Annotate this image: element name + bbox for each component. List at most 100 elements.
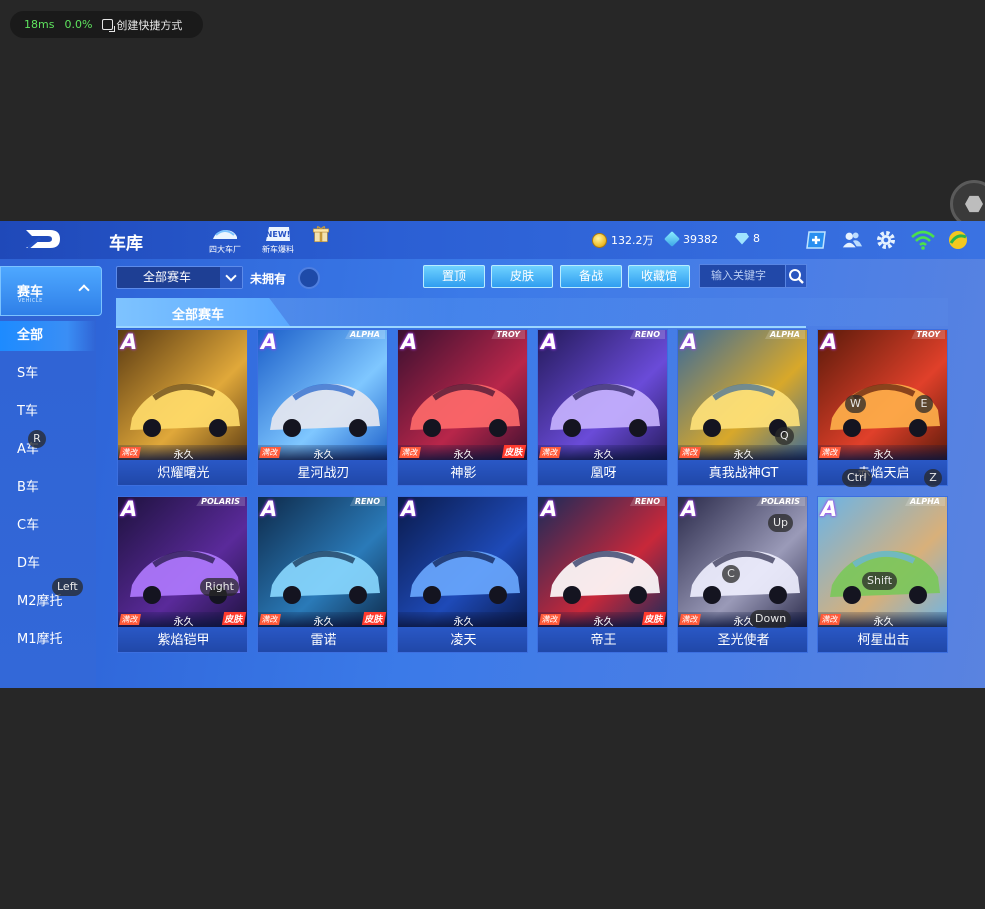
chevron-down-icon — [220, 267, 242, 288]
keymap-key-label[interactable]: Left — [52, 578, 83, 596]
sidebar-item-a[interactable]: A车 — [0, 435, 96, 465]
keymap-key-label[interactable]: Down — [750, 610, 792, 628]
gear-icon[interactable] — [875, 229, 897, 251]
skin-badge: 皮肤 — [501, 445, 527, 458]
sidebar-item-c[interactable]: C车 — [0, 511, 96, 541]
diamond-balance: 8 — [735, 232, 760, 245]
car-duration: 永久 — [873, 617, 894, 628]
car-card[interactable]: A TROY 满改 永久 皮肤 神影 — [397, 329, 528, 486]
car-card[interactable]: A RENO 满改 永久 皮肤 雷诺 — [257, 496, 388, 653]
section-title: 全部赛车 — [172, 308, 225, 323]
car-artwork — [398, 330, 527, 460]
car-brand-badge: RENO — [629, 330, 665, 339]
keymap-key-label[interactable]: Shift — [862, 572, 898, 590]
car-card[interactable]: A ALPHA 满改 永久 真我战神GT — [677, 329, 808, 486]
car-grade: A — [401, 497, 418, 521]
keymap-key-label[interactable]: W — [845, 395, 866, 413]
network-status-icon[interactable] — [947, 229, 969, 251]
car-name: 圣光使者 — [678, 627, 807, 652]
car-name: 凌天 — [398, 627, 527, 652]
car-grade: A — [261, 497, 278, 521]
friends-icon[interactable] — [841, 229, 863, 251]
sidebar-item-t[interactable]: T车 — [0, 397, 96, 427]
car-artwork — [538, 330, 667, 460]
car-duration: 永久 — [173, 450, 194, 461]
gift-button[interactable] — [299, 225, 343, 244]
car-card[interactable]: A ALPHA 满改 永久 星河战刃 — [257, 329, 388, 486]
skin-badge: 皮肤 — [641, 612, 667, 625]
pin-top-button[interactable]: 置顶 — [423, 265, 485, 288]
skin-badge: 皮肤 — [361, 612, 387, 625]
car-card[interactable]: A POLARIS 满改 永久 皮肤 紫焰铠甲 — [117, 496, 248, 653]
car-name: 帝王 — [538, 627, 667, 652]
new-badge-text: NEW! — [266, 230, 291, 239]
category-subtitle: VEHICLE — [18, 298, 43, 304]
keymap-key-label[interactable]: Right — [200, 578, 239, 596]
skin-filter-button[interactable]: 皮肤 — [491, 265, 553, 288]
keymap-key-label[interactable]: Z — [924, 469, 942, 487]
coin-value: 132.2万 — [611, 234, 654, 247]
collection-button[interactable]: 收藏馆 — [628, 265, 690, 288]
keymap-key-label[interactable]: C — [722, 565, 740, 583]
car-card[interactable]: A 永久 凌天 — [397, 496, 528, 653]
hexagon-icon — [965, 195, 983, 213]
keymap-key-label[interactable]: Q — [775, 427, 794, 445]
crystal-value: 39382 — [683, 232, 718, 246]
create-shortcut-button[interactable]: 创建快捷方式 — [102, 17, 182, 33]
add-friend-icon[interactable] — [805, 229, 827, 251]
car-artwork — [538, 497, 667, 627]
car-name: 紫焰铠甲 — [118, 627, 247, 652]
sidebar-item-all[interactable]: 全部 — [0, 321, 96, 351]
sidebar-item-d[interactable]: D车 — [0, 549, 96, 579]
search-input[interactable]: 输入关键字 — [699, 264, 786, 288]
car-grade: A — [261, 330, 278, 354]
car-brand-badge: POLARIS — [196, 497, 245, 506]
car-name: 雷诺 — [258, 627, 387, 652]
sidebar-item-s[interactable]: S车 — [0, 359, 96, 389]
car-name: 炽耀曙光 — [118, 460, 247, 485]
keymap-key-label[interactable]: Ctrl — [842, 469, 872, 487]
car-grade: A — [121, 330, 138, 354]
crystal-balance: 39382 — [664, 231, 718, 247]
car-grade: A — [681, 497, 698, 521]
vehicle-category-header[interactable]: 赛车 VEHICLE — [0, 266, 102, 316]
car-brand-badge: ALPHA — [764, 330, 805, 339]
car-artwork — [818, 330, 947, 460]
game-viewport: 车库 四大车厂 NEW! 新车爆料 132.2万 39382 8 赛车 VEHI… — [0, 221, 985, 688]
vehicle-filter-dropdown[interactable]: 全部赛车 — [116, 266, 243, 289]
car-name: 神影 — [398, 460, 527, 485]
car-duration: 永久 — [453, 617, 474, 628]
car-duration: 永久 — [733, 450, 754, 461]
game-logo-icon — [26, 230, 60, 250]
car-duration: 永久 — [873, 450, 894, 461]
car-brand-badge: ALPHA — [904, 497, 945, 506]
keymap-key-label[interactable]: E — [915, 395, 933, 413]
top-bar — [0, 221, 985, 259]
car-brand-badge: POLARIS — [756, 497, 805, 506]
car-name: 柯星出击 — [818, 627, 947, 652]
car-artwork — [118, 330, 247, 460]
coin-icon — [592, 232, 607, 248]
sidebar-item-b[interactable]: B车 — [0, 473, 96, 503]
car-grade: A — [541, 330, 558, 354]
prepare-button[interactable]: 备战 — [560, 265, 622, 288]
search-icon — [789, 269, 804, 284]
car-artwork — [818, 497, 947, 627]
keymap-key-label[interactable]: R — [28, 430, 46, 448]
unowned-toggle[interactable] — [298, 267, 320, 289]
car-name: 凰呀 — [538, 460, 667, 485]
performance-overlay: 18ms 0.0% 创建快捷方式 — [10, 11, 203, 38]
search-button[interactable] — [785, 264, 807, 288]
latency-readout: 18ms — [24, 18, 55, 31]
diamond-value: 8 — [753, 232, 760, 245]
four-factories-button[interactable]: 四大车厂 — [203, 225, 247, 255]
car-card[interactable]: A RENO 满改 永久 凰呀 — [537, 329, 668, 486]
car-grade: A — [821, 497, 838, 521]
car-card[interactable]: A 满改 永久 炽耀曙光 — [117, 329, 248, 486]
new-car-news-button[interactable]: NEW! 新车爆料 — [256, 225, 300, 255]
car-card[interactable]: A RENO 满改 永久 皮肤 帝王 — [537, 496, 668, 653]
keymap-key-label[interactable]: Up — [768, 514, 794, 532]
car-brand-badge: ALPHA — [344, 330, 385, 339]
sidebar-item-m1[interactable]: M1摩托 — [0, 625, 96, 655]
car-grade: A — [821, 330, 838, 354]
